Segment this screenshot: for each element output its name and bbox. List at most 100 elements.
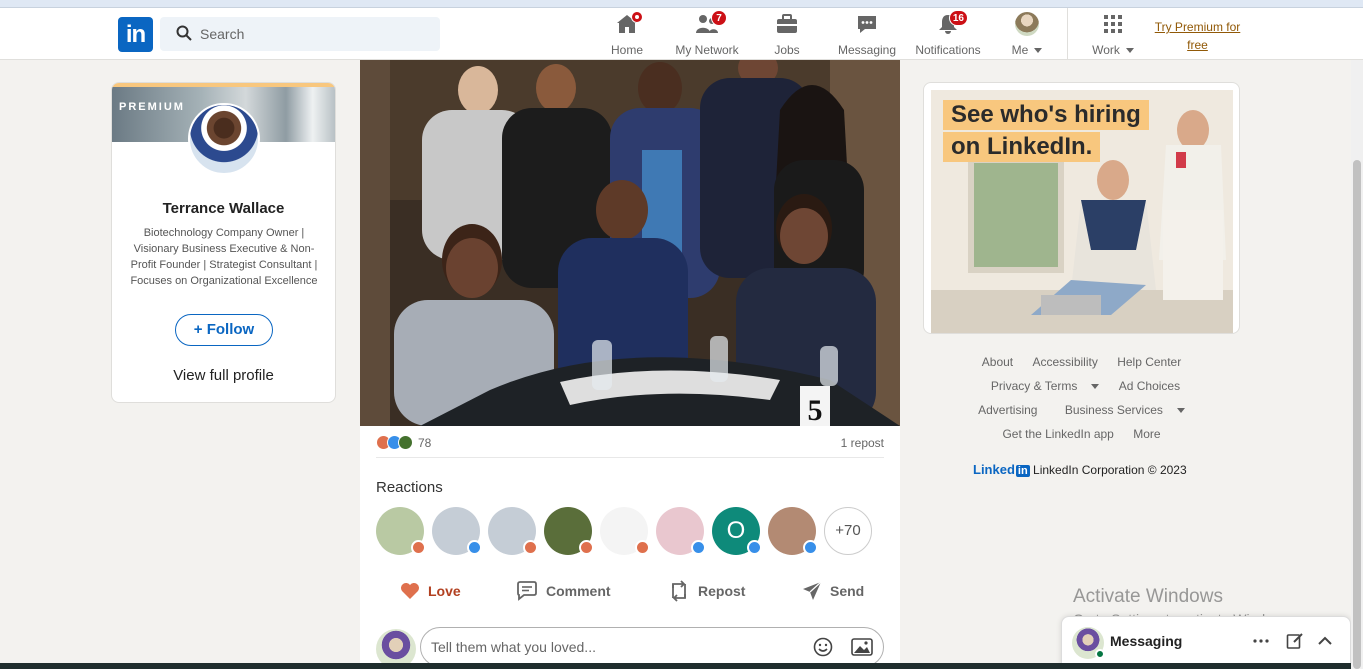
ad-headline-2: on LinkedIn. bbox=[943, 132, 1101, 162]
footer-ad-choices-link[interactable]: Ad Choices bbox=[1119, 379, 1180, 393]
footer-help-center-link[interactable]: Help Center bbox=[1117, 355, 1181, 369]
nav-home[interactable]: Home bbox=[607, 11, 647, 58]
reactor-avatar[interactable] bbox=[768, 507, 818, 555]
svg-text:5: 5 bbox=[808, 394, 823, 426]
image-icon[interactable] bbox=[851, 637, 873, 657]
reactor-avatar[interactable] bbox=[488, 507, 538, 555]
messaging-title: Messaging bbox=[1110, 633, 1183, 649]
view-full-profile-link[interactable]: View full profile bbox=[112, 367, 335, 384]
profile-headline: Biotechnology Company Owner | Visionary … bbox=[130, 227, 318, 287]
profile-name[interactable]: Terrance Wallace bbox=[112, 200, 335, 217]
reactor-avatar[interactable] bbox=[656, 507, 706, 555]
plus-icon: + bbox=[193, 321, 207, 338]
send-button[interactable]: Send bbox=[802, 579, 864, 603]
send-label: Send bbox=[830, 583, 865, 599]
scrollbar-thumb[interactable] bbox=[1353, 160, 1361, 669]
comment-icon bbox=[517, 581, 537, 601]
reactor-avatar[interactable] bbox=[600, 507, 650, 555]
try-premium-link[interactable]: Try Premium for free bbox=[1150, 18, 1245, 54]
search-input[interactable] bbox=[200, 17, 430, 51]
page-scrollbar[interactable] bbox=[1351, 60, 1363, 669]
ad-image: See who's hiring on LinkedIn. bbox=[931, 90, 1233, 333]
repost-count[interactable]: 1 repost bbox=[841, 436, 884, 450]
footer-business-services-link[interactable]: Business Services bbox=[1057, 403, 1185, 417]
profile-card: PREMIUM Terrance Wallace Biotechnology C… bbox=[111, 82, 336, 403]
social-counts: 78 1 repost bbox=[376, 435, 884, 451]
support-reaction-icon bbox=[398, 435, 413, 450]
avatar bbox=[1015, 12, 1039, 36]
reaction-icons[interactable] bbox=[376, 435, 413, 450]
emoji-icon[interactable] bbox=[813, 637, 833, 657]
compose-icon[interactable] bbox=[1286, 632, 1304, 650]
social-action-bar: Love Comment Repost Send bbox=[376, 579, 884, 603]
profile-avatar[interactable] bbox=[188, 103, 260, 175]
browser-strip bbox=[0, 0, 1363, 8]
nav-messaging[interactable]: Messaging bbox=[835, 12, 899, 58]
nav-jobs[interactable]: Jobs bbox=[767, 12, 807, 58]
linkedin-logo[interactable]: in bbox=[118, 17, 153, 52]
network-icon: 7 bbox=[695, 10, 727, 36]
nav-divider bbox=[1067, 8, 1068, 60]
footer-more-link[interactable]: More bbox=[1133, 427, 1160, 441]
chevron-down-icon bbox=[1034, 48, 1043, 54]
footer-brand: Linked in LinkedIn Corporation © 2023 bbox=[973, 462, 1187, 477]
footer-advertising-link[interactable]: Advertising bbox=[978, 403, 1037, 417]
reactor-avatar[interactable] bbox=[432, 507, 482, 555]
love-reaction-icon bbox=[523, 540, 538, 555]
repost-button[interactable]: Repost bbox=[668, 579, 745, 603]
reactor-avatar[interactable] bbox=[376, 507, 426, 555]
nav-jobs-label: Jobs bbox=[774, 43, 800, 57]
repost-icon bbox=[671, 580, 687, 602]
reactor-avatar[interactable]: O bbox=[712, 507, 762, 555]
send-icon bbox=[803, 581, 822, 600]
ad-card[interactable]: See who's hiring on LinkedIn. bbox=[923, 82, 1240, 334]
nav-my-network[interactable]: 7 My Network bbox=[672, 10, 742, 58]
nav-notifications-label: Notifications bbox=[915, 43, 981, 57]
footer-get-app-link[interactable]: Get the LinkedIn app bbox=[1002, 427, 1113, 441]
love-button[interactable]: Love bbox=[400, 579, 461, 603]
footer-about-link[interactable]: About bbox=[982, 355, 1013, 369]
nav-me[interactable]: Me bbox=[1005, 12, 1049, 58]
home-badge bbox=[631, 11, 643, 23]
chat-icon bbox=[855, 12, 879, 36]
nav-me-label: Me bbox=[1011, 43, 1029, 57]
comment-input[interactable] bbox=[431, 628, 801, 666]
nav-messaging-label: Messaging bbox=[837, 43, 897, 57]
heart-icon bbox=[401, 583, 419, 599]
love-reaction-icon bbox=[579, 540, 594, 555]
online-status-indicator bbox=[1095, 649, 1105, 659]
reactions-title: Reactions bbox=[376, 479, 443, 496]
reaction-count[interactable]: 78 bbox=[418, 436, 431, 450]
follow-button[interactable]: + Follow bbox=[175, 314, 273, 346]
grid-icon bbox=[1101, 12, 1125, 36]
briefcase-icon bbox=[775, 12, 799, 36]
search-bar[interactable] bbox=[160, 17, 440, 51]
post-image[interactable]: 5 bbox=[360, 60, 900, 426]
love-reaction-icon bbox=[635, 540, 650, 555]
nav-work[interactable]: Work bbox=[1086, 12, 1140, 58]
love-reaction-icon bbox=[411, 540, 426, 555]
home-icon bbox=[615, 11, 643, 36]
wordmark-text: Linked bbox=[973, 462, 1015, 477]
messaging-overlay[interactable]: Messaging bbox=[1061, 616, 1351, 669]
linkedin-wordmark: Linked in bbox=[973, 462, 1030, 477]
reactor-avatar[interactable] bbox=[544, 507, 594, 555]
like-reaction-icon bbox=[803, 540, 818, 555]
chevron-down-icon bbox=[1091, 384, 1100, 390]
like-reaction-icon bbox=[691, 540, 706, 555]
copyright-text: LinkedIn Corporation © 2023 bbox=[1033, 463, 1187, 477]
footer-accessibility-link[interactable]: Accessibility bbox=[1032, 355, 1097, 369]
comment-button[interactable]: Comment bbox=[516, 579, 611, 603]
comment-box[interactable] bbox=[420, 627, 884, 667]
footer-privacy-terms-label: Privacy & Terms bbox=[990, 379, 1078, 393]
nav-notifications[interactable]: 16 Notifications bbox=[912, 10, 984, 58]
more-reactors-button[interactable]: +70 bbox=[824, 507, 872, 555]
footer-business-services-label: Business Services bbox=[1064, 403, 1163, 417]
nav-work-label: Work bbox=[1092, 43, 1120, 57]
more-options-icon[interactable] bbox=[1252, 632, 1270, 650]
repost-label: Repost bbox=[698, 583, 746, 599]
footer-privacy-terms-link[interactable]: Privacy & Terms bbox=[983, 379, 1100, 393]
chevron-up-icon[interactable] bbox=[1316, 632, 1334, 650]
global-nav: in Home 7 My Network Jobs Messaging 1 bbox=[0, 8, 1363, 60]
search-icon bbox=[176, 25, 192, 41]
